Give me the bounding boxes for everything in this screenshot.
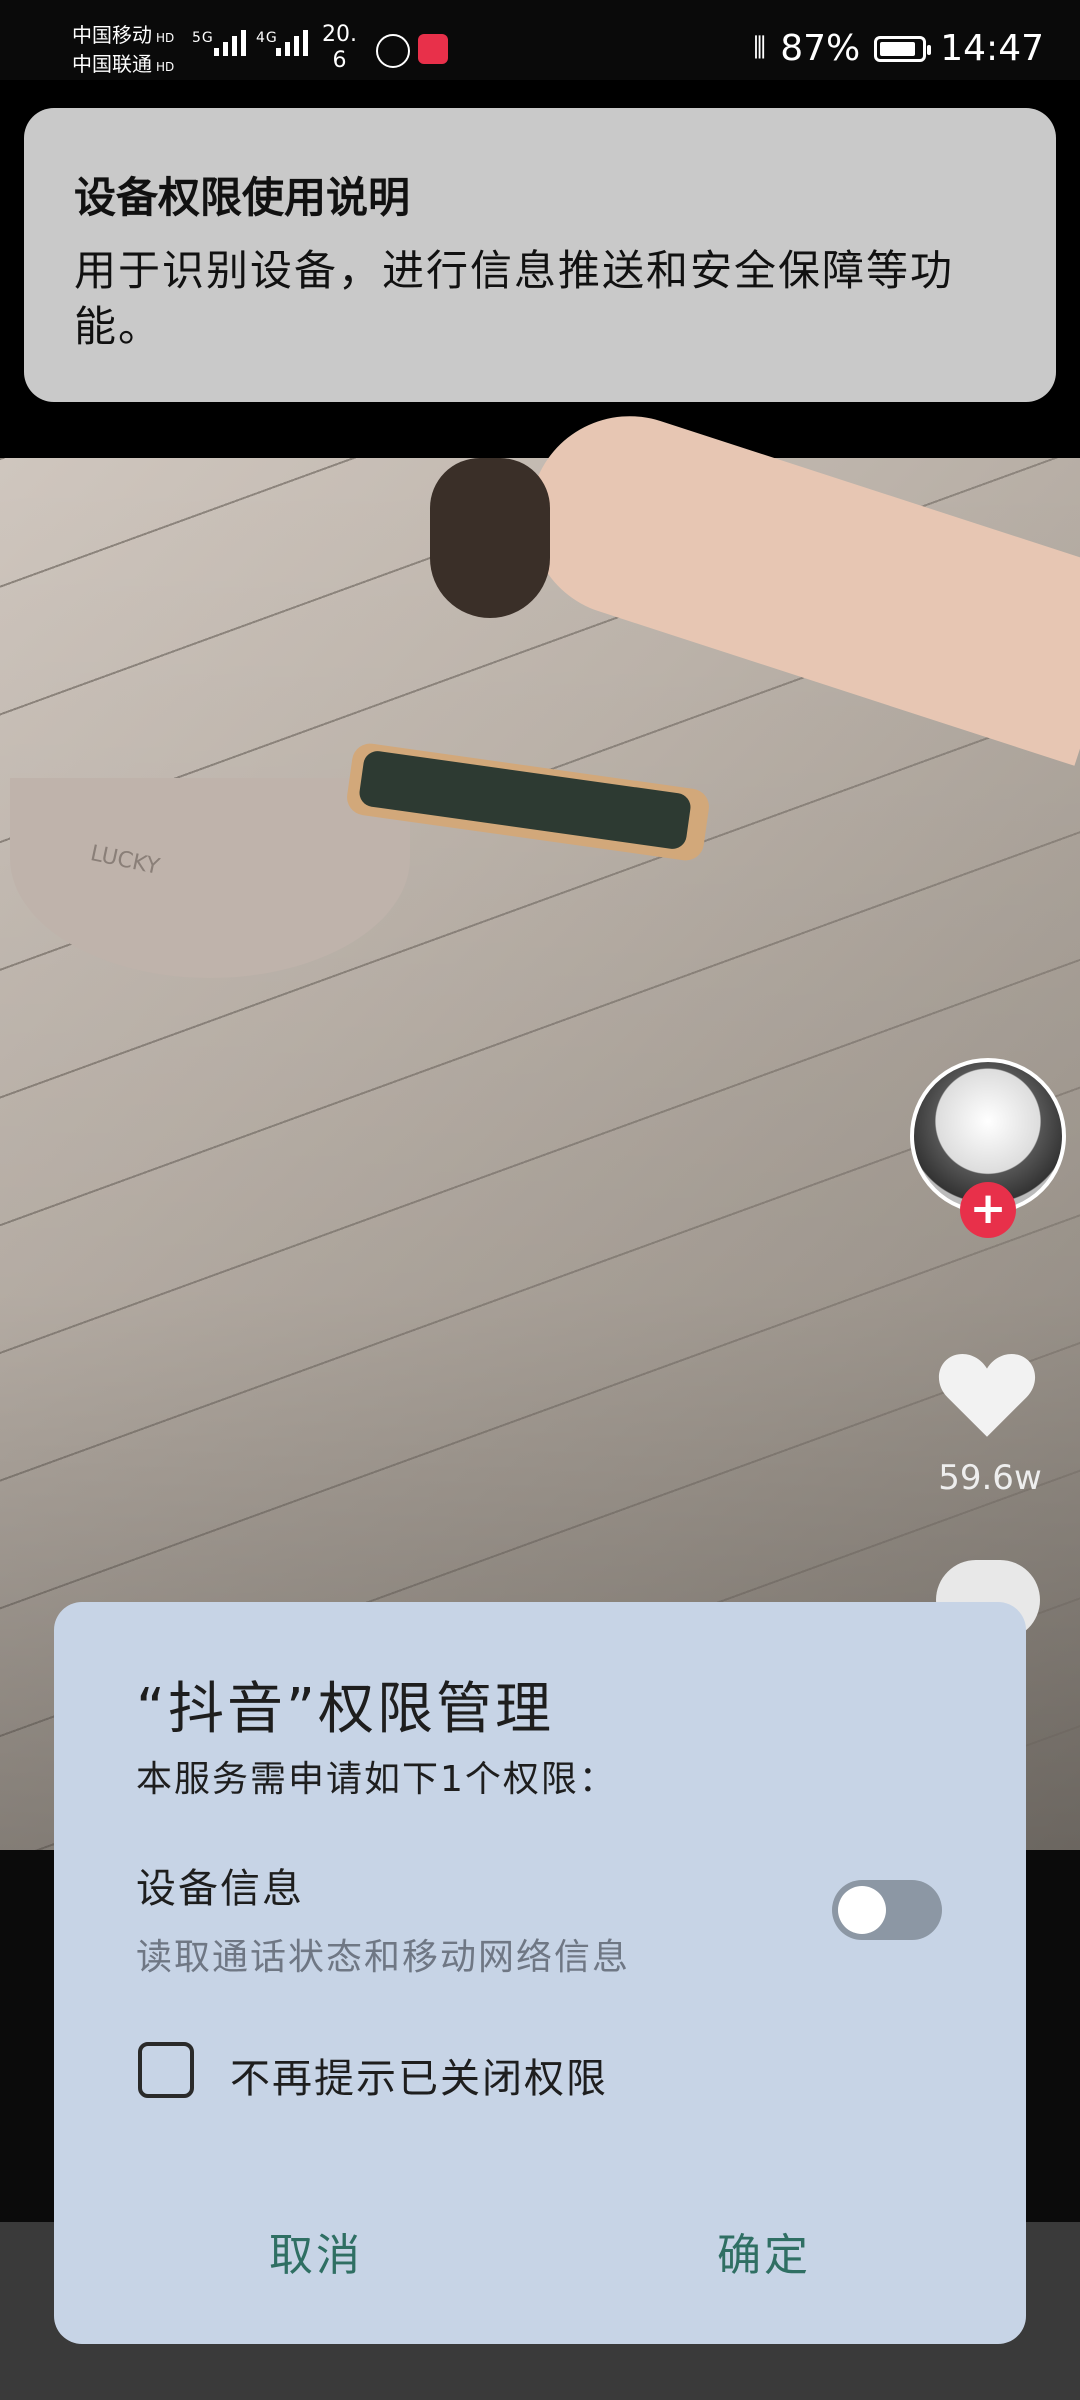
confirm-button[interactable]: 确定 bbox=[614, 2216, 914, 2296]
battery-percent: 87% bbox=[780, 28, 861, 69]
dont-ask-label: 不再提示已关闭权限 bbox=[230, 2056, 608, 2102]
like-heart-icon[interactable] bbox=[932, 1340, 1042, 1450]
dialog-subtitle: 本服务需申请如下1个权限： bbox=[136, 1759, 617, 1800]
clock: 14:47 bbox=[940, 28, 1044, 69]
cancel-button[interactable]: 取消 bbox=[166, 2216, 466, 2296]
follow-button[interactable]: + bbox=[960, 1182, 1016, 1238]
permission-toggle[interactable] bbox=[832, 1880, 942, 1940]
dont-ask-checkbox[interactable] bbox=[138, 2042, 194, 2098]
permission-notice-card: 设备权限使用说明 用于识别设备，进行信息推送和安全保障等功能。 bbox=[24, 108, 1056, 402]
network-type-2: 4G bbox=[256, 30, 278, 46]
hd-badge-1: HD bbox=[156, 31, 175, 45]
network-type-1: 5G bbox=[192, 30, 214, 46]
hand-icon bbox=[376, 34, 410, 68]
status-bar: 中国移动 HD 中国联通 HD 5G 4G 20. 6 ⦀ 87% 14:47 bbox=[0, 0, 1080, 80]
basin-text: LUCKY bbox=[88, 841, 162, 880]
toggle-knob bbox=[838, 1886, 886, 1934]
dialog-title: “抖音”权限管理 bbox=[136, 1677, 555, 1742]
permission-name: 设备信息 bbox=[136, 1866, 304, 1912]
carrier-1: 中国移动 bbox=[72, 23, 152, 47]
battery-icon bbox=[874, 35, 932, 62]
signal-icon-1 bbox=[214, 30, 246, 56]
carrier-2: 中国联通 bbox=[72, 52, 152, 76]
like-count: 59.6w bbox=[938, 1458, 1042, 1498]
video-hair bbox=[430, 458, 550, 618]
signal-icon-2 bbox=[276, 30, 308, 56]
carrier-info: 中国移动 HD 中国联通 HD bbox=[72, 22, 174, 80]
status-right: ⦀ 87% 14:47 bbox=[753, 28, 1044, 69]
network-speed: 20. 6 bbox=[322, 22, 357, 73]
vibrate-icon: ⦀ bbox=[753, 31, 767, 66]
permission-description: 读取通话状态和移动网络信息 bbox=[136, 1937, 631, 1978]
notice-body: 用于识别设备，进行信息推送和安全保障等功能。 bbox=[74, 246, 955, 351]
battery-fill bbox=[880, 41, 916, 56]
notice-title: 设备权限使用说明 bbox=[74, 173, 411, 222]
book-icon bbox=[418, 34, 448, 64]
hd-badge-2: HD bbox=[156, 60, 175, 74]
video-arm bbox=[503, 390, 1080, 766]
permission-dialog: “抖音”权限管理 本服务需申请如下1个权限： 设备信息 读取通话状态和移动网络信… bbox=[54, 1602, 1026, 2344]
